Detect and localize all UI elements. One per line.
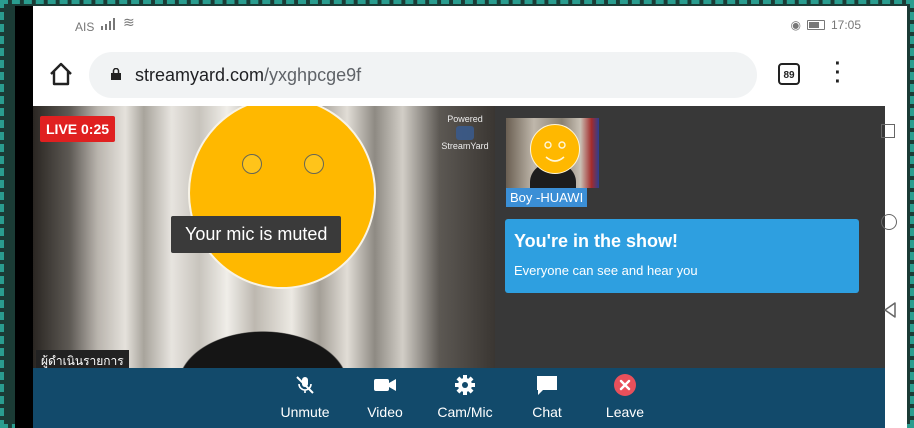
recents-icon[interactable] [881, 124, 895, 138]
close-circle-icon [614, 374, 636, 396]
lock-icon [111, 68, 121, 80]
chat-label: Chat [532, 404, 562, 420]
url-text[interactable]: streamyard.com/yxghpcge9f [135, 65, 361, 86]
browser-toolbar: streamyard.com/yxghpcge9f 89 · · · [33, 46, 885, 106]
avatar-eye-right [304, 154, 324, 174]
video-button[interactable]: Video [355, 372, 415, 420]
guest-name-label: Boy -HUAWI [506, 188, 588, 207]
phone-screen: AIS ≋ ◉ 17:05 streamyard.com/yxghpcge9f … [15, 6, 907, 428]
chat-button[interactable]: Chat [517, 372, 577, 420]
mic-muted-toast: Your mic is muted [171, 216, 342, 253]
leave-button[interactable]: Leave [595, 372, 655, 420]
guest-video[interactable] [506, 118, 599, 188]
host-name-label: ผู้ดำเนินรายการ [36, 350, 129, 368]
control-bar: Unmute Video Cam/Mic Chat Leave [33, 368, 885, 428]
live-badge: LIVE 0:25 [40, 116, 116, 142]
camera-icon [374, 379, 396, 391]
in-show-notice: You're in the show! Everyone can see and… [505, 219, 859, 293]
guest-avatar-face-icon [530, 124, 580, 174]
broadcast-stage: LIVE 0:25 Powered StreamYard Your mic is… [33, 106, 885, 368]
powered-by-line2: StreamYard [441, 141, 489, 151]
avatar-face-icon [188, 106, 376, 289]
signal-icon [101, 18, 115, 30]
gear-icon [455, 375, 475, 395]
home-icon[interactable] [47, 60, 75, 88]
wifi-icon: ≋ [123, 14, 135, 30]
cam-mic-label: Cam/Mic [437, 404, 493, 420]
notice-subtitle: Everyone can see and hear you [514, 263, 698, 278]
smile-icon [544, 141, 566, 162]
chat-icon [537, 376, 557, 395]
mic-off-icon [296, 376, 314, 394]
back-icon[interactable] [883, 302, 897, 318]
unmute-button[interactable]: Unmute [269, 372, 341, 420]
notice-title: You're in the show! [514, 231, 678, 251]
address-bar[interactable]: streamyard.com/yxghpcge9f [89, 52, 757, 98]
clock: 17:05 [830, 18, 861, 32]
carrier-label: AIS [75, 20, 95, 34]
video-label: Video [367, 404, 403, 420]
cam-mic-button[interactable]: Cam/Mic [429, 372, 501, 420]
battery-icon [806, 20, 825, 30]
url-domain: streamyard.com [135, 65, 265, 85]
menu-icon[interactable]: · · · [833, 54, 843, 92]
leave-label: Leave [605, 404, 645, 420]
url-path: /yxghpcge9f [264, 65, 362, 85]
host-video: LIVE 0:25 Powered StreamYard Your mic is… [33, 106, 495, 368]
status-bar: AIS ≋ ◉ 17:05 [33, 6, 885, 46]
home-nav-icon[interactable] [881, 214, 897, 230]
powered-by-watermark: Powered StreamYard [437, 114, 493, 151]
avatar-eye-left [242, 154, 262, 174]
tab-switcher-button[interactable]: 89 [778, 63, 800, 85]
streamyard-logo-icon [456, 126, 474, 140]
powered-by-line1: Powered [447, 114, 483, 124]
eye-icon: ◉ [790, 18, 801, 32]
unmute-label: Unmute [280, 404, 330, 420]
left-black-bar [15, 6, 33, 428]
